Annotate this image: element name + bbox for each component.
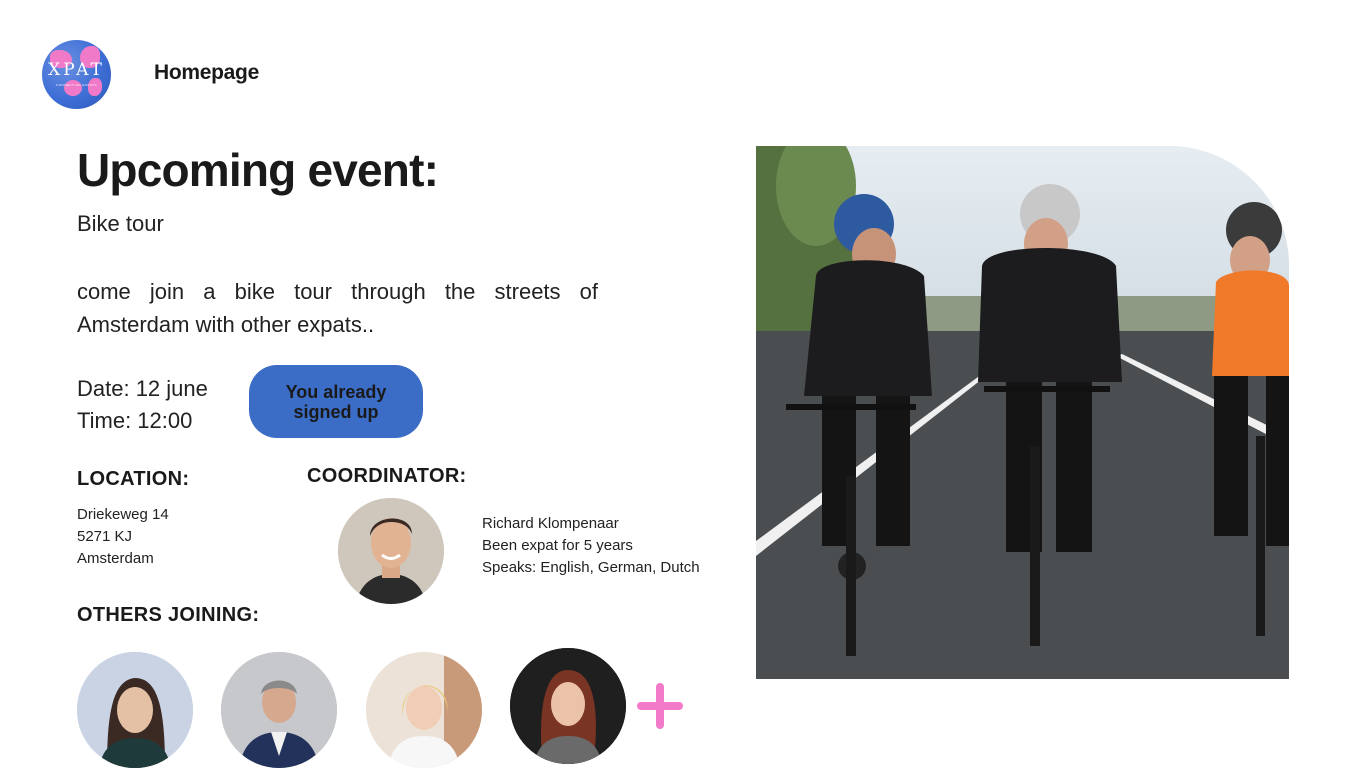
- coordinator-avatar[interactable]: [338, 498, 444, 604]
- more-participants-plus-icon[interactable]: [637, 683, 683, 729]
- nav-homepage-link[interactable]: Homepage: [154, 61, 259, 85]
- participant-avatar[interactable]: [510, 648, 626, 764]
- address-postcode: 5271 KJ: [77, 528, 133, 545]
- event-description: come join a bike tour through the street…: [77, 279, 598, 337]
- signed-up-button[interactable]: You already signed up: [249, 365, 423, 438]
- event-name: Bike tour: [77, 211, 164, 236]
- event-hero-image: [756, 146, 1289, 679]
- address-city: Amsterdam: [77, 550, 154, 567]
- address-street: Driekeweg 14: [77, 506, 169, 523]
- participant-avatar[interactable]: [221, 652, 337, 768]
- others-joining-heading: OTHERS JOINING:: [77, 604, 260, 626]
- logo-text: XPAT: [48, 60, 105, 80]
- participant-avatar[interactable]: [77, 652, 193, 768]
- page-title: Upcoming event:: [77, 144, 439, 196]
- event-time: Time: 12:00: [77, 408, 193, 433]
- event-date: Date: 12 june: [77, 376, 208, 401]
- location-heading: LOCATION:: [77, 468, 190, 490]
- coordinator-expat-info: Been expat for 5 years: [482, 537, 633, 554]
- coordinator-heading: COORDINATOR:: [307, 465, 467, 487]
- coordinator-languages: Speaks: English, German, Dutch: [482, 559, 700, 576]
- coordinator-name: Richard Klompenaar: [482, 515, 619, 532]
- xpat-logo[interactable]: XPAT CONNECTING EXPATS: [42, 40, 111, 109]
- participant-avatar[interactable]: [366, 652, 482, 768]
- logo-subtitle: CONNECTING EXPATS: [56, 83, 97, 87]
